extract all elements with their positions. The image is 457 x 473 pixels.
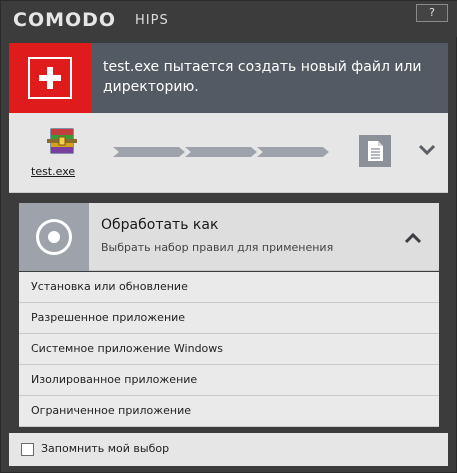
option-limited-app[interactable]: Ограниченное приложение — [19, 396, 439, 427]
treat-as-options: Установка или обновление Разрешенное при… — [19, 272, 439, 427]
title-bar: COMODO HIPS ? — [1, 1, 457, 37]
option-allowed-app[interactable]: Разрешенное приложение — [19, 303, 439, 334]
target-icon — [19, 203, 89, 271]
winrar-archive-icon — [47, 128, 77, 154]
chevron-up-icon[interactable] — [403, 231, 423, 245]
treat-as-section: Обработать как Выбрать набор правил для … — [19, 203, 439, 433]
alert-banner: test.exe пытается создать новый файл или… — [9, 43, 448, 113]
option-windows-system-app[interactable]: Системное приложение Windows — [19, 334, 439, 365]
footer: Запомнить мой выбор — [9, 433, 448, 466]
chevron-down-icon[interactable] — [417, 143, 437, 157]
alert-message: test.exe пытается создать новый файл или… — [103, 59, 422, 95]
app-name-link[interactable]: test.exe — [31, 165, 75, 178]
remember-choice-label[interactable]: Запомнить мой выбор — [41, 442, 169, 455]
option-installer[interactable]: Установка или обновление — [19, 272, 439, 303]
remember-choice-checkbox[interactable] — [21, 443, 34, 456]
process-flow: test.exe — [9, 113, 448, 193]
brand-logo: COMODO — [13, 9, 117, 31]
treat-as-header[interactable]: Обработать как Выбрать набор правил для … — [19, 203, 439, 271]
help-button[interactable]: ? — [416, 4, 448, 22]
flow-arrows — [113, 147, 329, 157]
red-cross-alert-icon — [9, 43, 91, 113]
product-name: HIPS — [135, 13, 169, 28]
document-icon — [359, 135, 391, 167]
option-isolated-app[interactable]: Изолированное приложение — [19, 365, 439, 396]
hips-alert-window: COMODO HIPS ? test.exe пытается создать … — [0, 0, 457, 473]
treat-as-title: Обработать как — [101, 217, 219, 233]
treat-as-subtitle: Выбрать набор правил для применения — [101, 241, 334, 254]
